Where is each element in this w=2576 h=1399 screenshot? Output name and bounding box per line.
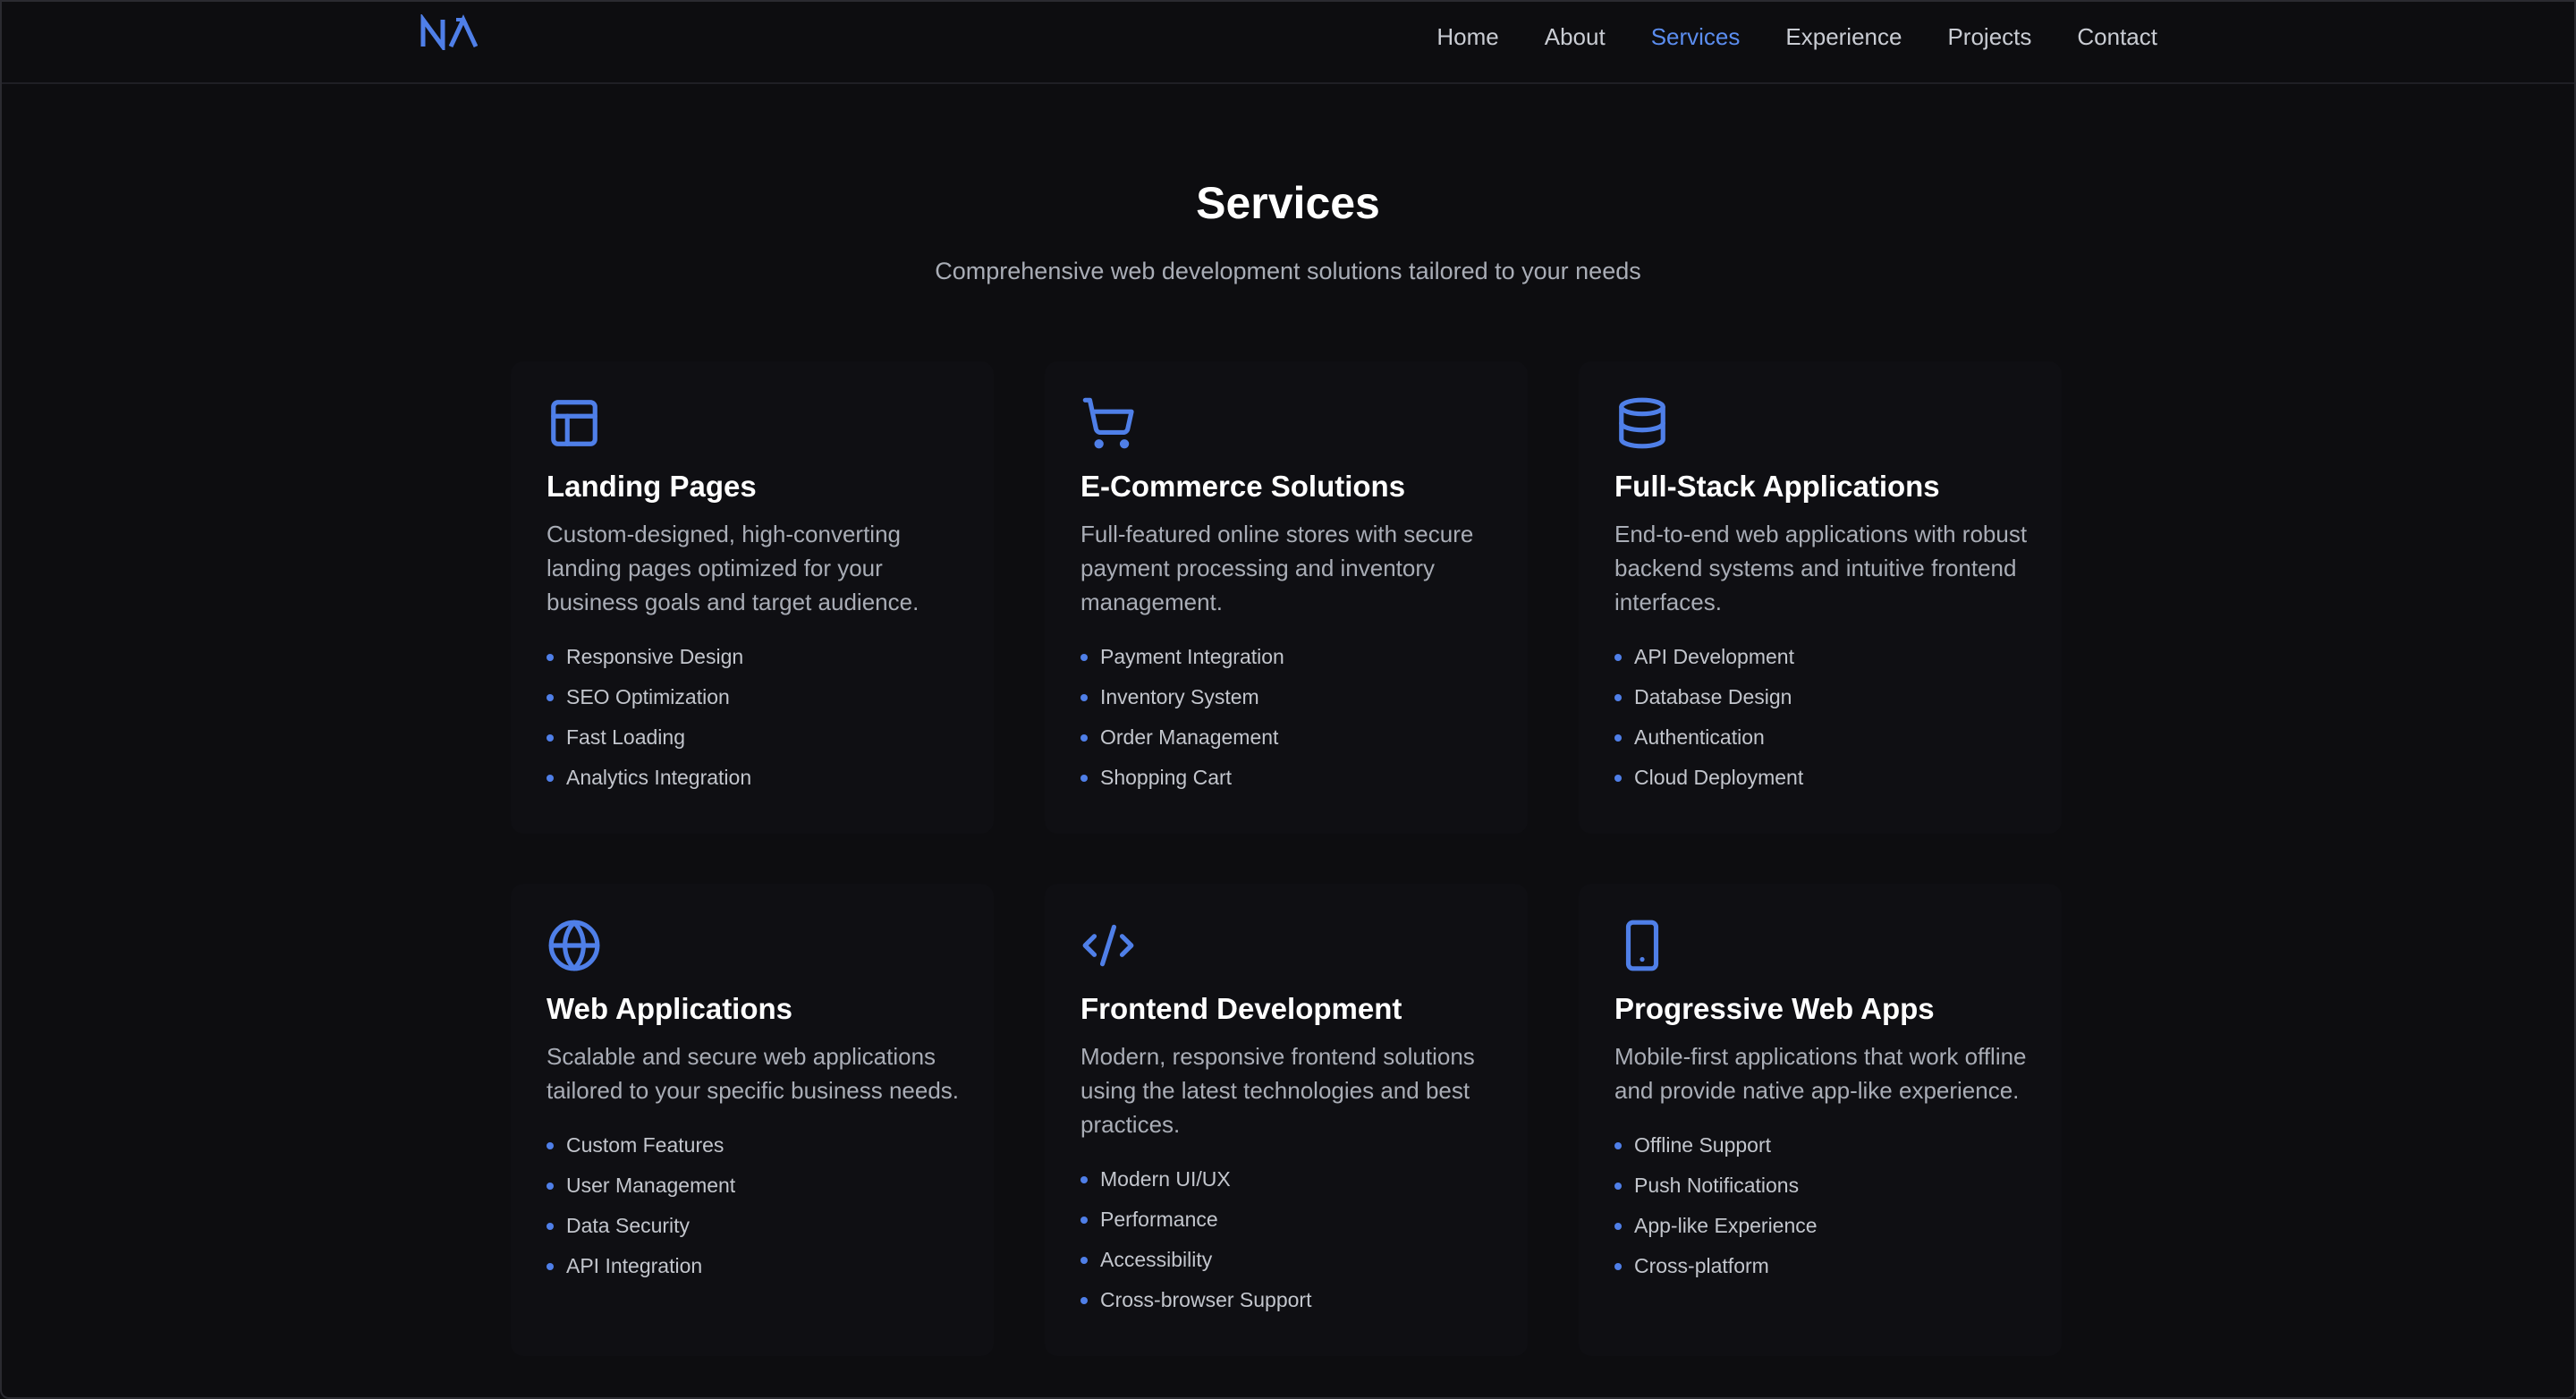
service-title: E-Commerce Solutions — [1080, 470, 1406, 503]
layout-icon — [547, 395, 602, 451]
service-description: End-to-end web applications with robust … — [1614, 521, 2028, 615]
section-subtitle: Comprehensive web development solutions … — [935, 258, 1641, 284]
feature-item: API Development — [1614, 637, 2026, 677]
service-description: Full-featured online stores with secure … — [1080, 521, 1474, 615]
service-description: Scalable and secure web applications tai… — [547, 1043, 960, 1104]
section-title: Services — [1196, 178, 1380, 228]
feature-item: Data Security — [547, 1206, 958, 1246]
feature-item: Database Design — [1614, 677, 2026, 717]
services-grid: Landing Pages Custom-designed, high-conv… — [511, 361, 2067, 1356]
service-card-frontend: Frontend Development Modern, responsive … — [1045, 884, 1528, 1356]
service-title: Frontend Development — [1080, 992, 1402, 1025]
service-card-landing-pages: Landing Pages Custom-designed, high-conv… — [511, 361, 994, 834]
service-title: Full-Stack Applications — [1614, 470, 1940, 503]
nav-link-contact[interactable]: Contact — [2077, 23, 2157, 51]
page-frame: Home About Services Experience Projects … — [0, 0, 2576, 1399]
feature-item: App-like Experience — [1614, 1206, 2026, 1246]
feature-item: Fast Loading — [547, 717, 958, 758]
nav-link-experience[interactable]: Experience — [1785, 23, 1902, 51]
feature-list: API Development Database Design Authenti… — [1614, 637, 2026, 798]
feature-item: Authentication — [1614, 717, 2026, 758]
feature-list: Modern UI/UX Performance Accessibility C… — [1080, 1159, 1492, 1320]
logo-icon[interactable] — [419, 14, 478, 50]
feature-item: Cross-platform — [1614, 1246, 2026, 1286]
feature-item: SEO Optimization — [547, 677, 958, 717]
nav-link-projects[interactable]: Projects — [1947, 23, 2031, 51]
top-navigation: Home About Services Experience Projects … — [2, 2, 2574, 84]
service-title: Landing Pages — [547, 470, 757, 503]
feature-item: API Integration — [547, 1246, 958, 1286]
service-title: Progressive Web Apps — [1614, 992, 1935, 1025]
database-icon — [1614, 395, 1670, 451]
tablet-icon — [1614, 918, 1670, 973]
shopping-cart-icon — [1080, 395, 1136, 451]
service-description: Modern, responsive frontend solutions us… — [1080, 1043, 1475, 1138]
feature-item: Push Notifications — [1614, 1166, 2026, 1206]
nav-link-home[interactable]: Home — [1436, 23, 1498, 51]
service-card-web-applications: Web Applications Scalable and secure web… — [511, 884, 994, 1356]
feature-item: Accessibility — [1080, 1240, 1492, 1280]
feature-item: Responsive Design — [547, 637, 958, 677]
feature-item: Performance — [1080, 1200, 1492, 1240]
service-description: Custom-designed, high-converting landing… — [547, 521, 919, 615]
service-card-e-commerce: E-Commerce Solutions Full-featured onlin… — [1045, 361, 1528, 834]
feature-item: Modern UI/UX — [1080, 1159, 1492, 1200]
feature-item: Custom Features — [547, 1125, 958, 1166]
feature-item: Payment Integration — [1080, 637, 1492, 677]
feature-item: Order Management — [1080, 717, 1492, 758]
nav-link-services[interactable]: Services — [1651, 23, 1741, 51]
feature-list: Responsive Design SEO Optimization Fast … — [547, 637, 958, 798]
feature-item: Shopping Cart — [1080, 758, 1492, 798]
feature-list: Payment Integration Inventory System Ord… — [1080, 637, 1492, 798]
feature-item: Analytics Integration — [547, 758, 958, 798]
service-title: Web Applications — [547, 992, 793, 1025]
feature-item: User Management — [547, 1166, 958, 1206]
nav-link-about[interactable]: About — [1545, 23, 1606, 51]
feature-item: Cross-browser Support — [1080, 1280, 1492, 1320]
feature-item: Offline Support — [1614, 1125, 2026, 1166]
globe-icon — [547, 918, 602, 973]
code-icon — [1080, 918, 1136, 973]
feature-list: Offline Support Push Notifications App-l… — [1614, 1125, 2026, 1286]
feature-item: Inventory System — [1080, 677, 1492, 717]
nav-links: Home About Services Experience Projects … — [1436, 2, 2157, 72]
feature-list: Custom Features User Management Data Sec… — [547, 1125, 958, 1286]
feature-item: Cloud Deployment — [1614, 758, 2026, 798]
service-card-pwa: Progressive Web Apps Mobile-first applic… — [1579, 884, 2062, 1356]
service-card-full-stack: Full-Stack Applications End-to-end web a… — [1579, 361, 2062, 834]
service-description: Mobile-first applications that work offl… — [1614, 1043, 2027, 1104]
